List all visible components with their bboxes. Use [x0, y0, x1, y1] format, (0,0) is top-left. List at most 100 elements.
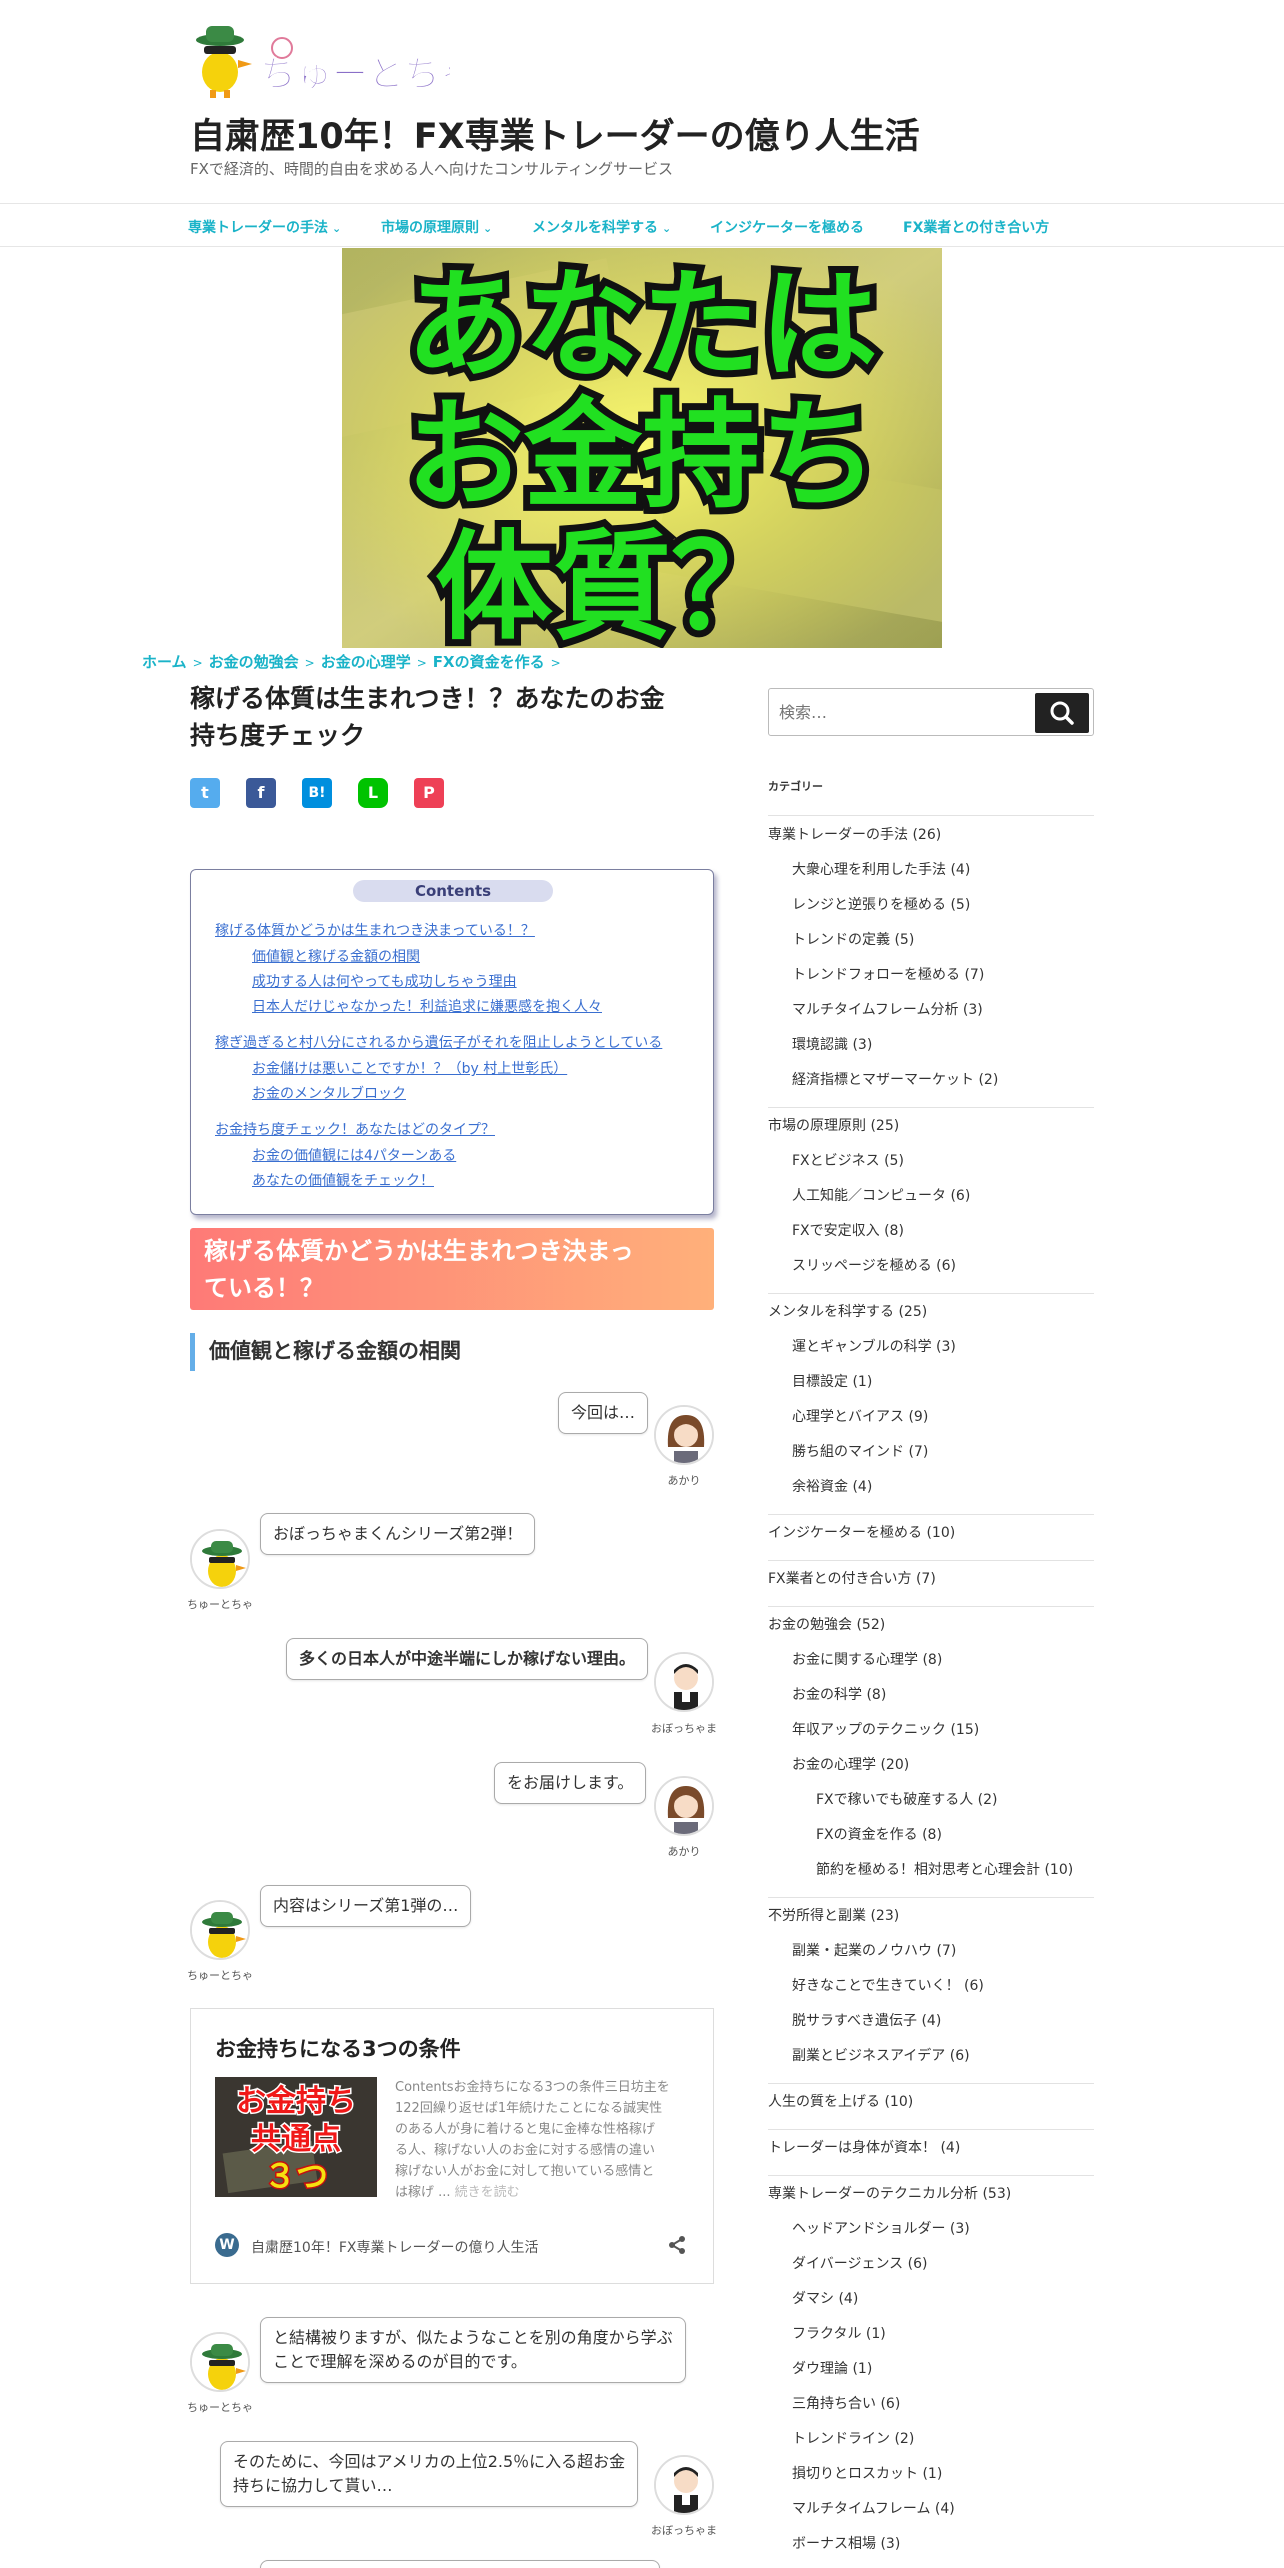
pocket-share-button[interactable]: P	[414, 778, 444, 808]
category-link[interactable]: お金の科学 (8)	[792, 1684, 886, 1704]
share-icon[interactable]	[667, 2235, 687, 2255]
category-link[interactable]: メンタルを科学する (25)	[768, 1301, 927, 1321]
category-divider	[768, 2083, 1094, 2084]
line-share-button[interactable]: L	[358, 778, 388, 808]
category-link[interactable]: お金の心理学 (20)	[792, 1754, 909, 1774]
category-link[interactable]: トレーダーは身体が資本！ (4)	[768, 2137, 960, 2157]
nav-item-fx-brokers[interactable]: FX業者との付き合い方	[903, 217, 1049, 237]
category-link[interactable]: 人生の質を上げる (10)	[768, 2091, 913, 2111]
chevron-down-icon: ⌄	[332, 222, 342, 235]
category-link[interactable]: ヘッドアンドショルダー (3)	[792, 2218, 970, 2238]
search-button[interactable]	[1035, 693, 1089, 733]
toc-link[interactable]: お金儲けは悪いことですか！？（by 村上世彰氏）	[252, 1058, 567, 1078]
category-link[interactable]: 不労所得と副業 (23)	[768, 1905, 899, 1925]
category-link[interactable]: ボーナス相場 (3)	[792, 2533, 900, 2553]
toc-link[interactable]: 稼げる体質かどうかは生まれつき決まっている！？	[215, 920, 535, 940]
card-thumbnail[interactable]: お金持ち 共通点 ３つ	[215, 2077, 377, 2197]
category-link[interactable]: ダマシ (4)	[792, 2288, 858, 2308]
toc-link[interactable]: 稼ぎ過ぎると村八分にされるから遺伝子がそれを阻止しようとしている	[215, 1032, 662, 1052]
toc-link[interactable]: 日本人だけじゃなかった！利益追求に嫌悪感を抱く人々	[252, 996, 602, 1016]
chevron-down-icon: ⌄	[662, 222, 672, 235]
category-link[interactable]: 環境認識 (3)	[792, 1034, 872, 1054]
nav-item-mental-science[interactable]: メンタルを科学する ⌄	[532, 217, 671, 237]
category-link[interactable]: 節約を極める！相対思考と心理会計 (10)	[816, 1859, 1073, 1879]
category-link[interactable]: 脱サラすべき遺伝子 (4)	[792, 2010, 941, 2030]
category-link[interactable]: ダイバージェンス (6)	[792, 2253, 927, 2273]
category-link[interactable]: お金に関する心理学 (8)	[792, 1649, 942, 1669]
card-site-name: 自粛歴10年！FX専業トレーダーの億り人生活	[251, 2240, 539, 2256]
toc-link[interactable]: お金持ち度チェック！あなたはどのタイプ？	[215, 1119, 495, 1139]
category-link[interactable]: 勝ち組のマインド (7)	[792, 1441, 928, 1461]
category-link[interactable]: トレンドフォローを極める (7)	[792, 964, 984, 984]
svg-text:３つ: ３つ	[264, 2157, 328, 2195]
site-title[interactable]: 自粛歴10年！FX専業トレーダーの億り人生活	[190, 108, 920, 159]
avatar-name: あかり	[667, 1474, 701, 1487]
chevron-down-icon: ⌄	[483, 222, 493, 235]
breadcrumb-home[interactable]: ホーム	[142, 653, 187, 671]
card-excerpt: Contentsお金持ちになる3つの条件三日坊主を 122回繰り返せば1年続けた…	[395, 2080, 670, 2200]
category-link[interactable]: お金の勉強会 (52)	[768, 1614, 885, 1634]
breadcrumb-money-psychology[interactable]: お金の心理学	[321, 653, 411, 671]
category-link[interactable]: 専業トレーダーの手法 (26)	[768, 824, 941, 844]
category-link[interactable]: スリッページを極める (6)	[792, 1255, 956, 1275]
category-link[interactable]: トレンドの定義 (5)	[792, 929, 914, 949]
category-link[interactable]: トレンドライン (2)	[792, 2428, 914, 2448]
breadcrumb-fx-funds[interactable]: FXの資金を作る	[433, 653, 545, 671]
category-link[interactable]: 副業・起業のノウハウ (7)	[792, 1940, 956, 1960]
chat-bubble	[260, 2560, 660, 2568]
toc-link[interactable]: お金の価値観には4パターンある	[252, 1145, 456, 1165]
category-link[interactable]: 市場の原理原則 (25)	[768, 1115, 899, 1135]
breadcrumb-money-study[interactable]: お金の勉強会	[209, 653, 299, 671]
category-link[interactable]: 運とギャンブルの科学 (3)	[792, 1336, 956, 1356]
avatar-name: おぼっちゃま	[651, 1722, 717, 1735]
svg-text:共通点: 共通点	[251, 2122, 341, 2157]
nav-item-trader-methods[interactable]: 専業トレーダーの手法 ⌄	[188, 217, 341, 237]
category-link[interactable]: FXとビジネス (5)	[792, 1150, 904, 1170]
category-link[interactable]: 損切りとロスカット (1)	[792, 2463, 942, 2483]
category-link[interactable]: レンジと逆張りを極める (5)	[792, 894, 970, 914]
category-link[interactable]: インジケーターを極める (10)	[768, 1522, 955, 1542]
blog-card[interactable]: お金持ちになる3つの条件 お金持ち 共通点 ３つ Contentsお金持ちになる…	[190, 2008, 714, 2284]
category-link[interactable]: マルチタイムフレーム分析 (3)	[792, 999, 983, 1019]
search-input[interactable]	[779, 689, 1029, 735]
category-divider	[768, 1606, 1094, 1607]
toc-link[interactable]: 価値観と稼げる金額の相関	[252, 946, 420, 966]
category-divider	[768, 2129, 1094, 2130]
hero-line-3: 体質？	[435, 518, 789, 648]
category-link[interactable]: 人工知能／コンピュータ (6)	[792, 1185, 970, 1205]
toc-link[interactable]: お金のメンタルブロック	[252, 1083, 406, 1103]
chat-bubble: 今回は…	[558, 1392, 649, 1434]
category-link[interactable]: 目標設定 (1)	[792, 1371, 872, 1391]
nav-item-indicators[interactable]: インジケーターを極める	[710, 217, 864, 237]
category-link[interactable]: マルチタイムフレーム (4)	[792, 2498, 955, 2518]
category-link[interactable]: 大衆心理を利用した手法 (4)	[792, 859, 970, 879]
category-link[interactable]: FX業者との付き合い方 (7)	[768, 1568, 936, 1588]
chat-bubble: おぼっちゃまくんシリーズ第2弾！	[260, 1513, 536, 1555]
category-link[interactable]: 好きなことで生きていく！ (6)	[792, 1975, 984, 1995]
category-link[interactable]: フラクタル (1)	[792, 2323, 886, 2343]
category-link[interactable]: FXで稼いでも破産する人 (2)	[816, 1789, 998, 1809]
twitter-share-button[interactable]: t	[190, 778, 220, 808]
category-link[interactable]: FXの資金を作る (8)	[816, 1824, 942, 1844]
toc-link[interactable]: あなたの価値観をチェック！	[252, 1170, 434, 1190]
category-link[interactable]: 年収アップのテクニック (15)	[792, 1719, 979, 1739]
category-link[interactable]: ダウ理論 (1)	[792, 2358, 872, 2378]
category-link[interactable]: 副業とビジネスアイデア (6)	[792, 2045, 970, 2065]
akari-avatar	[654, 1776, 714, 1836]
category-link[interactable]: FXで安定収入 (8)	[792, 1220, 904, 1240]
toc-link[interactable]: 成功する人は何やっても成功しちゃう理由	[252, 971, 517, 991]
toc-title: Contents	[353, 880, 553, 902]
category-link[interactable]: 心理学とバイアス (9)	[792, 1406, 928, 1426]
facebook-icon: f	[257, 783, 265, 802]
category-link[interactable]: 専業トレーダーのテクニカル分析 (53)	[768, 2183, 1011, 2203]
category-link[interactable]: 余裕資金 (4)	[792, 1476, 872, 1496]
category-divider	[768, 2175, 1094, 2176]
facebook-share-button[interactable]: f	[246, 778, 276, 808]
site-logo[interactable]: ちゅーとちゃ	[190, 20, 477, 100]
hatena-share-button[interactable]: B!	[302, 778, 332, 808]
read-more-link[interactable]: 続きを読む	[455, 2185, 520, 2200]
nav-item-market-principles[interactable]: 市場の原理原則 ⌄	[381, 217, 492, 237]
card-title[interactable]: お金持ちになる3つの条件	[215, 2033, 461, 2063]
category-link[interactable]: 経済指標とマザーマーケット (2)	[792, 1069, 998, 1089]
category-link[interactable]: 三角持ち合い (6)	[792, 2393, 900, 2413]
